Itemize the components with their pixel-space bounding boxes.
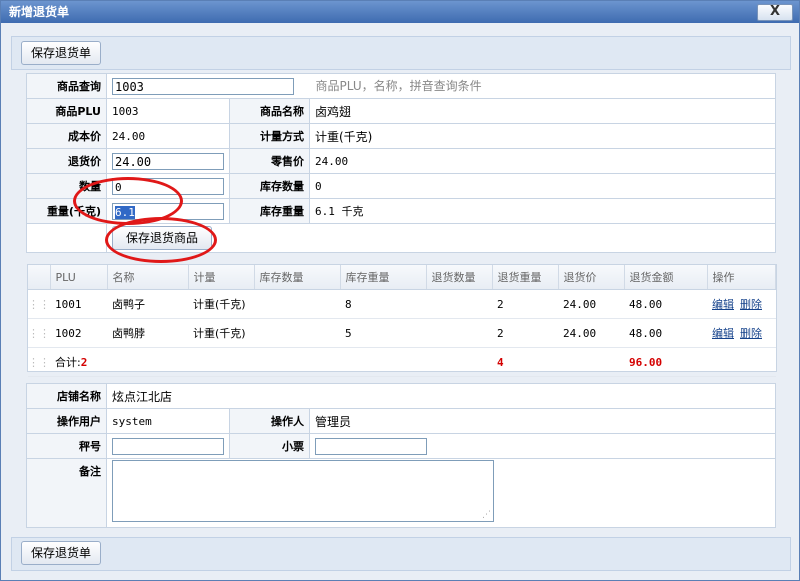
column-header[interactable]: 库存数量 bbox=[254, 265, 341, 290]
cell-return-weight: 2 bbox=[492, 318, 558, 348]
scale-label: 秤号 bbox=[26, 433, 107, 459]
return-price-label: 退货价 bbox=[26, 148, 107, 174]
cell-stock-qty bbox=[254, 318, 340, 348]
window-title: 新增退货单 bbox=[9, 5, 70, 19]
column-header[interactable]: 操作 bbox=[707, 265, 776, 290]
cell-stock-weight: 5 bbox=[340, 318, 426, 348]
cell-amount: 48.00 bbox=[624, 318, 707, 348]
title-bar: 新增退货单 X bbox=[1, 1, 799, 23]
cell-return-weight: 2 bbox=[492, 289, 558, 319]
return-items-grid: PLU 名称 计量 库存数量 库存重量 退货数量 退货重量 退货价 退货金额 操… bbox=[27, 264, 777, 377]
store-label: 店铺名称 bbox=[26, 383, 107, 409]
bottom-toolbar: 保存退货单 bbox=[11, 537, 791, 571]
stock-qty-label: 库存数量 bbox=[229, 173, 310, 199]
receipt-input[interactable] bbox=[315, 437, 427, 455]
summary-label: 合计: bbox=[55, 356, 81, 369]
query-hint: 商品PLU，名称，拼音查询条件 bbox=[315, 78, 482, 93]
table-row: ⋮⋮ 1001 卤鸭子 计重(千克) 8 2 24.00 48.00 编辑 删除 bbox=[28, 289, 776, 319]
user-value: system bbox=[106, 408, 230, 434]
cost-label: 成本价 bbox=[26, 123, 107, 149]
measure-value: 计重(千克) bbox=[309, 123, 776, 149]
column-header[interactable]: 名称 bbox=[107, 265, 189, 290]
summary-row: ⋮⋮ 合计:2 4 96.00 bbox=[28, 347, 776, 377]
row-handle-icon[interactable]: ⋮⋮ bbox=[28, 318, 50, 348]
cell-return-qty bbox=[426, 289, 492, 319]
name-label: 商品名称 bbox=[229, 98, 310, 124]
stock-weight-value: 6.1 千克 bbox=[309, 198, 776, 224]
cell-name: 卤鸭脖 bbox=[107, 318, 188, 348]
column-header[interactable]: 退货数量 bbox=[426, 265, 493, 290]
grid-header-row: PLU 名称 计量 库存数量 库存重量 退货数量 退货重量 退货价 退货金额 操… bbox=[28, 265, 776, 290]
user-label: 操作用户 bbox=[26, 408, 107, 434]
cell-stock-qty bbox=[254, 289, 340, 319]
row-handle-icon[interactable]: ⋮⋮ bbox=[28, 289, 50, 319]
query-label: 商品查询 bbox=[26, 73, 107, 99]
name-value: 卤鸡翅 bbox=[309, 98, 776, 124]
operator-label: 操作人 bbox=[229, 408, 310, 434]
edit-link[interactable]: 编辑 bbox=[712, 298, 734, 311]
cell-plu: 1002 bbox=[50, 318, 107, 348]
cell-measure: 计重(千克) bbox=[188, 289, 254, 319]
cell-plu: 1001 bbox=[50, 289, 107, 319]
cost-value: 24.00 bbox=[106, 123, 230, 149]
column-header[interactable]: 退货价 bbox=[558, 265, 625, 290]
summary-amount-total: 96.00 bbox=[624, 347, 707, 377]
measure-label: 计量方式 bbox=[229, 123, 310, 149]
table-row: ⋮⋮ 1002 卤鸭脖 计重(千克) 5 2 24.00 48.00 编辑 删除 bbox=[28, 318, 776, 348]
annotation-circle-save-item bbox=[105, 217, 217, 263]
cell-stock-weight: 8 bbox=[340, 289, 426, 319]
cell-measure: 计重(千克) bbox=[188, 318, 254, 348]
scale-input[interactable] bbox=[112, 437, 224, 455]
column-header[interactable]: PLU bbox=[50, 265, 108, 290]
return-price-input[interactable]: 24.00 bbox=[112, 152, 224, 170]
summary-count: 2 bbox=[80, 356, 88, 369]
summary-weight-total: 4 bbox=[492, 347, 558, 377]
remark-textarea[interactable]: ⋰ bbox=[112, 460, 494, 522]
column-header[interactable]: 退货金额 bbox=[624, 265, 708, 290]
delete-link[interactable]: 删除 bbox=[740, 298, 762, 311]
resize-grip-icon[interactable]: ⋰ bbox=[482, 510, 491, 520]
stock-weight-label: 库存重量 bbox=[229, 198, 310, 224]
plu-value: 1003 bbox=[106, 98, 230, 124]
receipt-label: 小票 bbox=[229, 433, 310, 459]
cell-amount: 48.00 bbox=[624, 289, 707, 319]
column-header[interactable]: 退货重量 bbox=[492, 265, 559, 290]
retail-price-value: 24.00 bbox=[309, 148, 776, 174]
operator-value: 管理员 bbox=[309, 408, 776, 434]
plu-label: 商品PLU bbox=[26, 98, 107, 124]
row-handle-icon: ⋮⋮ bbox=[28, 347, 50, 377]
close-icon: X bbox=[769, 4, 781, 19]
column-header[interactable]: 计量 bbox=[188, 265, 255, 290]
save-return-order-button-bottom[interactable]: 保存退货单 bbox=[21, 541, 101, 565]
dialog-window: 新增退货单 X 保存退货单 商品查询 1003 商品PLU，名称，拼音查询条件 … bbox=[0, 0, 800, 581]
delete-link[interactable]: 删除 bbox=[740, 327, 762, 340]
stock-qty-value: 0 bbox=[309, 173, 776, 199]
cell-return-qty bbox=[426, 318, 492, 348]
cell-price: 24.00 bbox=[558, 289, 624, 319]
close-button[interactable]: X bbox=[757, 4, 793, 21]
remark-label: 备注 bbox=[26, 458, 107, 528]
top-toolbar: 保存退货单 bbox=[11, 36, 791, 70]
store-value: 炫点江北店 bbox=[106, 383, 776, 409]
edit-link[interactable]: 编辑 bbox=[712, 327, 734, 340]
column-header[interactable]: 库存重量 bbox=[340, 265, 427, 290]
query-input[interactable]: 1003 bbox=[112, 78, 294, 96]
retail-price-label: 零售价 bbox=[229, 148, 310, 174]
cell-price: 24.00 bbox=[558, 318, 624, 348]
save-return-order-button-top[interactable]: 保存退货单 bbox=[21, 41, 101, 65]
cell-name: 卤鸭子 bbox=[107, 289, 188, 319]
